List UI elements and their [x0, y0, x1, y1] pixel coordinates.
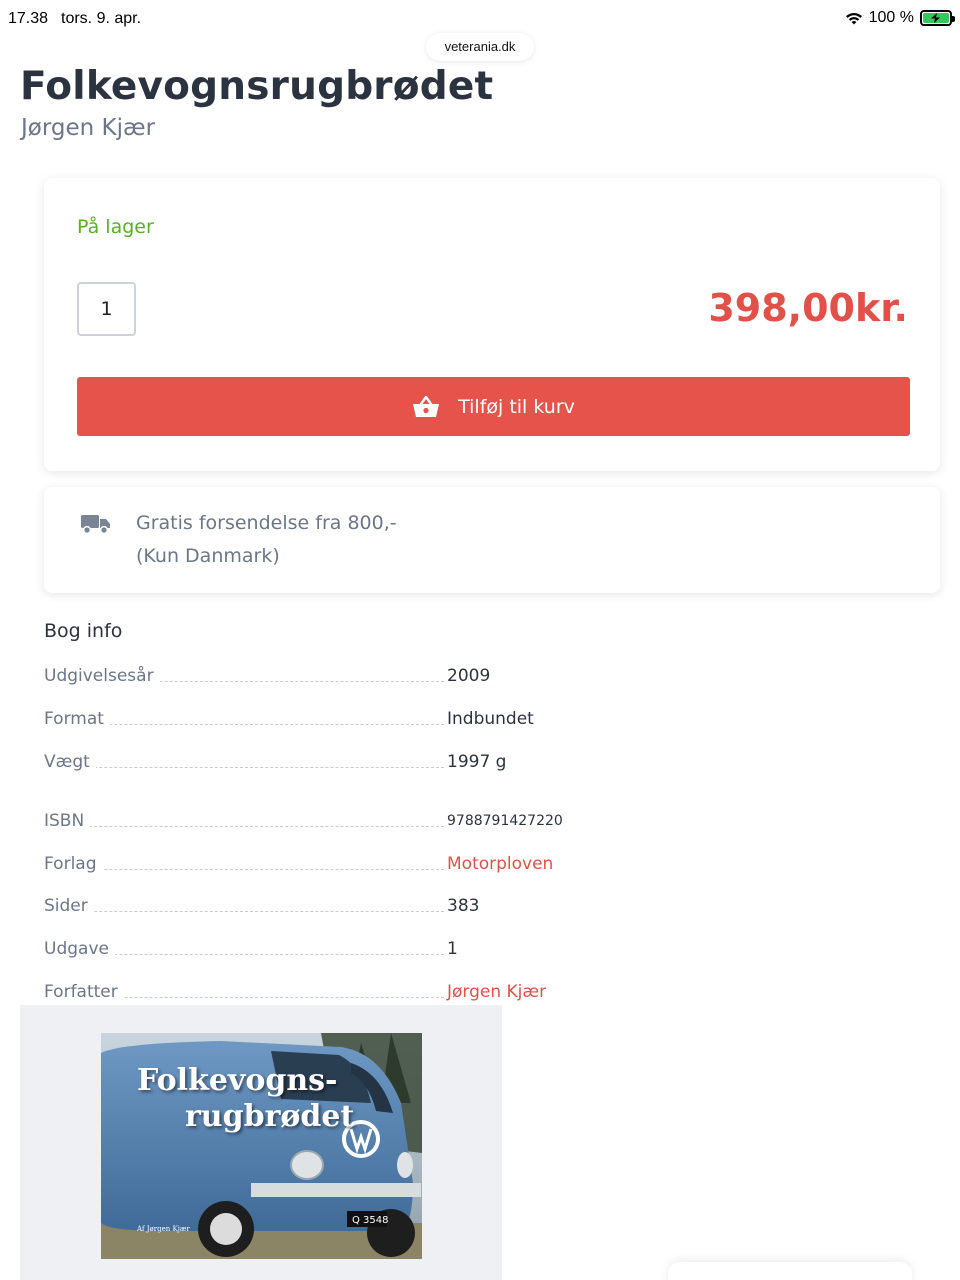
add-to-cart-button[interactable]: Tilføj til kurv [77, 377, 910, 436]
info-label: Format [44, 709, 110, 729]
cover-title-line2: rugbrødet [185, 1099, 355, 1134]
shipping-note: (Kun Danmark) [136, 545, 280, 567]
info-label: Udgivelsesår [44, 666, 160, 686]
info-row-isbn: ISBN 9788791427220 [44, 807, 564, 833]
license-plate: Q 3548 [352, 1215, 389, 1226]
info-value: 9788791427220 [447, 813, 563, 829]
truck-icon [81, 515, 110, 535]
purchase-card: På lager 1 398,00kr. Tilføj til kurv [44, 178, 940, 471]
info-row-weight: Vægt 1997 g [44, 748, 564, 774]
info-row-author: Forfatter Jørgen Kjær [44, 978, 564, 1004]
info-value: 383 [447, 896, 480, 916]
dotted-leader [44, 767, 444, 768]
publisher-link[interactable]: Motorploven [447, 854, 553, 874]
product-title: Folkevognsrugbrødet [20, 64, 494, 109]
info-row-year: Udgivelsesår 2009 [44, 662, 564, 688]
quantity-input[interactable]: 1 [77, 282, 136, 336]
battery-icon [920, 10, 955, 26]
info-row-edition: Udgave 1 [44, 935, 564, 961]
info-label: Forfatter [44, 982, 124, 1002]
add-to-cart-label: Tilføj til kurv [458, 395, 575, 418]
status-indicators: 100 % [845, 9, 955, 27]
info-row-publisher: Forlag Motorploven [44, 850, 564, 876]
info-value: 2009 [447, 666, 491, 686]
info-value: 1997 g [447, 752, 507, 772]
info-row-pages: Sider 383 [44, 892, 564, 918]
stock-status: På lager [77, 216, 154, 238]
cover-title: Folkevogns- rugbrødet [137, 1063, 354, 1135]
battery-percent: 100 % [868, 9, 914, 26]
info-label: Udgave [44, 939, 115, 959]
author-link[interactable]: Jørgen Kjær [447, 982, 546, 1002]
status-time: 17.38 [8, 10, 49, 27]
info-row-format: Format Indbundet [44, 705, 564, 731]
shipping-text: Gratis forsendelse fra 800,- [136, 512, 397, 534]
info-value: Indbundet [447, 709, 534, 729]
info-label: Vægt [44, 752, 96, 772]
info-label: Forlag [44, 854, 103, 874]
basket-icon [413, 395, 440, 417]
wifi-icon [845, 13, 862, 25]
status-date: tors. 9. apr. [61, 10, 142, 27]
floating-panel[interactable] [668, 1262, 912, 1280]
dotted-leader [44, 911, 444, 912]
price: 398,00kr. [708, 286, 908, 330]
cover-byline: Af Jørgen Kjær [137, 1225, 190, 1233]
info-value: 1 [447, 939, 458, 959]
book-info-heading: Bog info [44, 620, 123, 642]
dotted-leader [44, 826, 444, 827]
book-cover-image[interactable]: Q 3548 Folkevogns- rugbrødet Af Jørgen K… [101, 1033, 422, 1259]
info-label: ISBN [44, 811, 91, 831]
product-author[interactable]: Jørgen Kjær [21, 115, 155, 141]
shipping-card: Gratis forsendelse fra 800,- (Kun Danmar… [44, 487, 940, 593]
cover-title-line1: Folkevogns- [137, 1063, 338, 1098]
url-bar[interactable]: veterania.dk [426, 33, 534, 61]
info-label: Sider [44, 896, 94, 916]
dotted-leader [44, 869, 444, 870]
